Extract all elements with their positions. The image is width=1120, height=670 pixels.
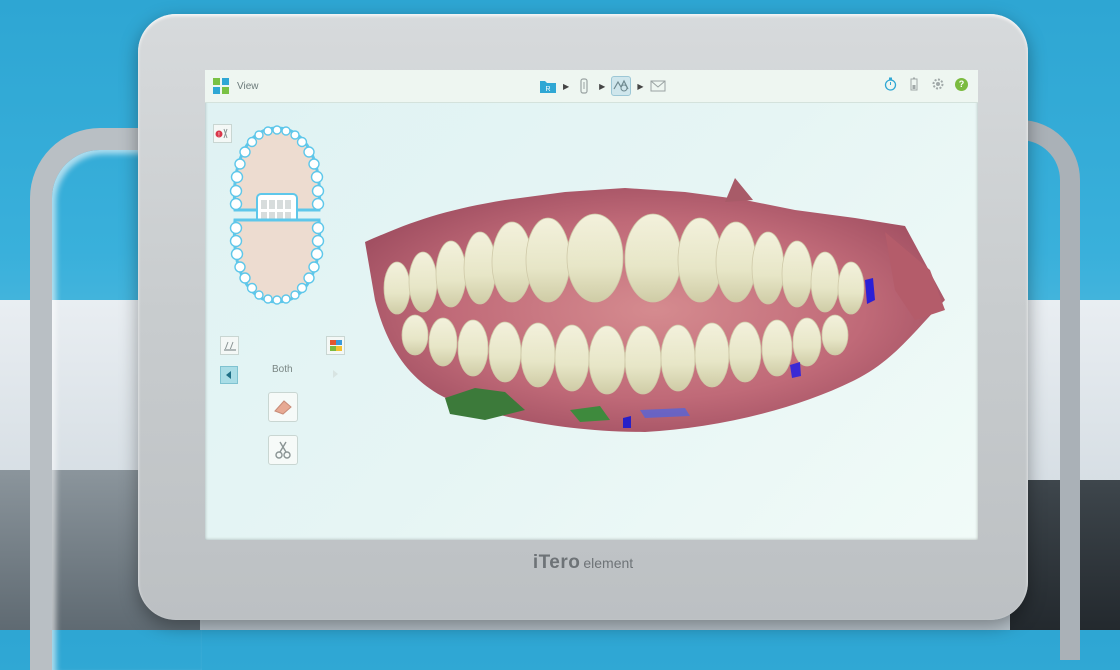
- eraser-icon: [274, 400, 292, 415]
- brand-model: element: [583, 555, 634, 571]
- bite-view-icon[interactable]: [326, 336, 345, 355]
- brand-name: iTero: [532, 552, 581, 573]
- previous-arch-button[interactable]: [220, 366, 238, 384]
- eraser-tool-button[interactable]: [268, 392, 298, 422]
- help-icon[interactable]: ?: [955, 77, 968, 91]
- scan-wand-icon[interactable]: [575, 77, 593, 95]
- apps-grid-icon[interactable]: [213, 78, 229, 94]
- lower-arch[interactable]: [229, 218, 325, 305]
- scanner-screen: View R ▶ ▶ ▶ ? ! Both: [205, 70, 978, 540]
- 3d-dental-scan[interactable]: [355, 170, 955, 470]
- trim-tool-button[interactable]: [268, 435, 298, 465]
- device-brand: iTero element: [138, 552, 1028, 574]
- lower-jaw-icon[interactable]: [220, 336, 239, 355]
- settings-gear-icon[interactable]: [931, 77, 945, 91]
- jaw-selector-diagram[interactable]: [227, 120, 327, 310]
- workflow-steps: R ▶ ▶ ▶: [539, 76, 667, 96]
- left-tool-panel: ! Both: [205, 110, 355, 530]
- chevron-right-icon: ▶: [637, 81, 644, 91]
- view-label: View: [237, 80, 259, 92]
- chevron-right-icon: ▶: [563, 81, 570, 91]
- send-envelope-icon[interactable]: [649, 77, 667, 95]
- system-icons: ?: [883, 77, 968, 91]
- chevron-right-icon: [333, 370, 338, 378]
- view-menu[interactable]: View: [213, 78, 259, 94]
- next-arch-button[interactable]: [329, 366, 341, 382]
- top-bar: View R ▶ ▶ ▶ ?: [205, 70, 978, 103]
- rx-folder-letter: R: [545, 86, 550, 93]
- timer-icon[interactable]: [883, 77, 897, 91]
- arch-selection-label: Both: [272, 364, 293, 375]
- rx-folder-icon[interactable]: R: [539, 77, 557, 95]
- chevron-left-icon: [226, 371, 231, 379]
- view-model-icon[interactable]: [611, 76, 632, 96]
- chevron-right-icon: ▶: [599, 81, 606, 91]
- battery-icon: [907, 77, 921, 91]
- trim-scissors-icon: [275, 441, 291, 459]
